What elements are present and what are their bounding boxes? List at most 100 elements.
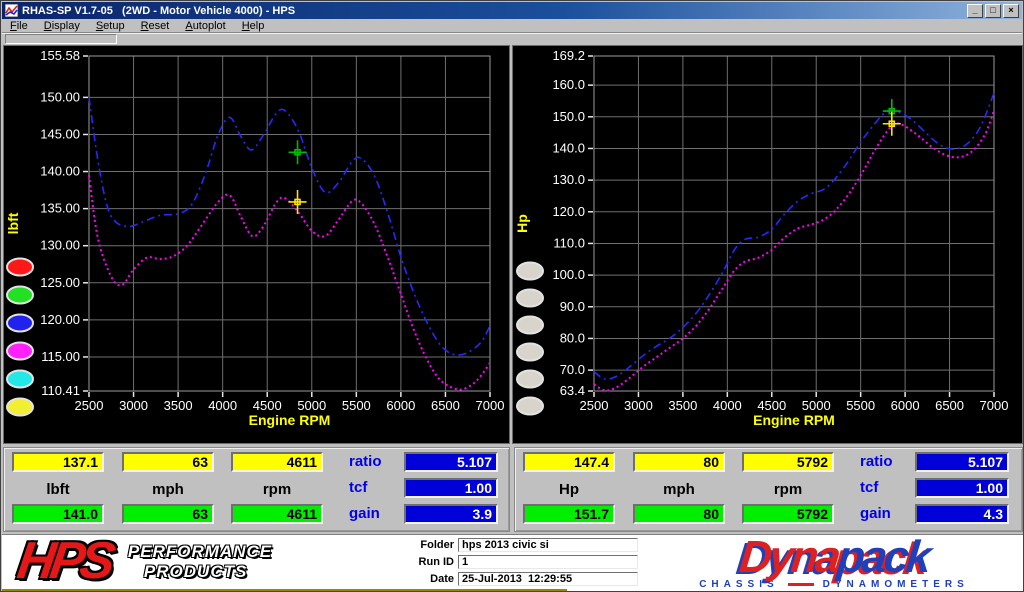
torque-readout-panel: 137.1 63 4611 lbft mph rpm 141.0 63 4611… xyxy=(3,447,510,532)
x-tick-label: 2500 xyxy=(580,398,609,413)
y-tick-label: 160.0 xyxy=(552,77,585,92)
y-tick-label: 115.00 xyxy=(41,349,80,364)
footer: HPS PERFORMANCE PRODUCTS Folder Run ID D… xyxy=(2,534,1024,592)
folder-label: Folder xyxy=(400,539,454,551)
tcf-label: tcf xyxy=(860,479,878,496)
gain-value: 3.9 xyxy=(404,504,498,524)
y-tick-label: 125.00 xyxy=(40,275,80,290)
rpm-cursor-value: 5792 xyxy=(742,452,834,472)
menu-file[interactable]: File xyxy=(2,19,36,32)
run-metadata: Folder Run ID Date xyxy=(400,538,638,589)
power-chart-panel: 169.2160.0150.0140.0130.0120.0110.0100.0… xyxy=(512,45,1023,444)
menu-setup[interactable]: Setup xyxy=(88,19,133,32)
x-tick-label: 7000 xyxy=(980,398,1009,413)
menu-help[interactable]: Help xyxy=(234,19,273,32)
x-tick-label: 5000 xyxy=(802,398,831,413)
gain-label: gain xyxy=(860,505,891,522)
y-axis-title: lbft xyxy=(5,212,21,234)
gray-oval-button-2[interactable] xyxy=(517,290,543,307)
y-tick-label: 155.58 xyxy=(40,48,80,63)
y-tick-label: 110.0 xyxy=(553,235,585,250)
speed-peak-value: 63 xyxy=(122,504,214,524)
torque-peak-value: 141.0 xyxy=(12,504,104,524)
power-chart: 169.2160.0150.0140.0130.0120.0110.0100.0… xyxy=(513,46,1024,445)
power-peak-value: 151.7 xyxy=(523,504,615,524)
menu-reset[interactable]: Reset xyxy=(133,19,178,32)
run-id-field[interactable] xyxy=(458,555,638,569)
tcf-label: tcf xyxy=(349,479,367,496)
y-tick-label: 130.0 xyxy=(552,172,585,187)
yellow-oval-button[interactable] xyxy=(7,399,33,416)
speed-unit-label: mph xyxy=(122,481,214,498)
gain-label: gain xyxy=(349,505,380,522)
menu-display[interactable]: Display xyxy=(36,19,88,32)
x-tick-label: 4000 xyxy=(208,398,237,413)
x-tick-label: 4500 xyxy=(757,398,786,413)
x-tick-label: 4000 xyxy=(713,398,742,413)
x-tick-label: 6000 xyxy=(386,398,415,413)
menu-autoplot[interactable]: Autoplot xyxy=(177,19,233,32)
red-oval-button[interactable] xyxy=(7,259,33,276)
title-bar[interactable]: RHAS-SP V1.7-05 (2WD - Motor Vehicle 400… xyxy=(2,2,1022,19)
gain-value: 4.3 xyxy=(915,504,1009,524)
rpm-unit-label: rpm xyxy=(231,481,323,498)
power-cursor-value: 147.4 xyxy=(523,452,615,472)
magenta-oval-button[interactable] xyxy=(7,343,33,360)
torque-chart-panel: 155.58150.00145.00140.00135.00130.00125.… xyxy=(3,45,510,444)
rpm-unit-label: rpm xyxy=(742,481,834,498)
hps-logo-subtitle: PERFORMANCE PRODUCTS xyxy=(128,542,272,585)
toolbar-inset xyxy=(5,34,117,44)
y-tick-label: 150.00 xyxy=(40,89,80,104)
x-tick-label: 3500 xyxy=(164,398,193,413)
green-oval-button[interactable] xyxy=(7,287,33,304)
app-icon xyxy=(5,4,18,17)
x-axis-title: Engine RPM xyxy=(249,412,331,428)
window-title: RHAS-SP V1.7-05 (2WD - Motor Vehicle 400… xyxy=(22,5,965,17)
ratio-value: 5.107 xyxy=(404,452,498,472)
power-readout-panel: 147.4 80 5792 Hp mph rpm 151.7 80 5792 r… xyxy=(514,447,1023,532)
y-tick-label: 120.0 xyxy=(552,204,585,219)
y-tick-label: 169.2 xyxy=(552,48,585,63)
x-tick-label: 5500 xyxy=(342,398,371,413)
speed-cursor-value: 63 xyxy=(122,452,214,472)
gray-oval-button-6[interactable] xyxy=(517,398,543,415)
gray-oval-button-1[interactable] xyxy=(517,263,543,280)
ratio-label: ratio xyxy=(860,453,893,470)
x-axis-title: Engine RPM xyxy=(753,412,835,428)
y-tick-label: 135.00 xyxy=(40,201,80,216)
x-tick-label: 3500 xyxy=(668,398,697,413)
y-tick-label: 70.0 xyxy=(560,362,585,377)
restore-button[interactable]: □ xyxy=(985,4,1001,18)
ratio-label: ratio xyxy=(349,453,382,470)
y-tick-label: 80.0 xyxy=(560,330,585,345)
y-tick-label: 130.00 xyxy=(40,238,80,253)
gray-oval-button-4[interactable] xyxy=(517,344,543,361)
dynapack-logo-part2: pack xyxy=(835,531,931,582)
green-cursor xyxy=(289,140,307,164)
x-tick-label: 5000 xyxy=(297,398,326,413)
gray-oval-button-5[interactable] xyxy=(517,371,543,388)
power-run-magenta xyxy=(594,111,994,391)
power-unit-label: Hp xyxy=(523,481,615,498)
close-button[interactable]: × xyxy=(1003,4,1019,18)
y-tick-label: 120.00 xyxy=(40,312,80,327)
folder-field[interactable] xyxy=(458,538,638,552)
ratio-value: 5.107 xyxy=(915,452,1009,472)
plot-frame xyxy=(89,56,490,391)
gray-oval-button-3[interactable] xyxy=(517,317,543,334)
date-field[interactable] xyxy=(458,572,638,586)
dynapack-logo: Dynapack CHASSIS DYNAMOMETERS xyxy=(652,536,1016,590)
minimize-button[interactable]: _ xyxy=(967,4,983,18)
y-axis-title: Hp xyxy=(514,214,530,233)
tcf-value: 1.00 xyxy=(915,478,1009,498)
cyan-oval-button[interactable] xyxy=(7,371,33,388)
speed-cursor-value: 80 xyxy=(633,452,725,472)
x-tick-label: 3000 xyxy=(624,398,653,413)
blue-oval-button[interactable] xyxy=(7,315,33,332)
hps-sub-line1: PERFORMANCE xyxy=(128,542,272,562)
x-tick-label: 7000 xyxy=(476,398,505,413)
dynapack-dash xyxy=(788,583,814,586)
chart-header-strip: Torque (Axle Torque / Gear Ratio):Corr: … xyxy=(2,34,1022,45)
power-run-blue xyxy=(594,93,994,379)
y-tick-label: 90.0 xyxy=(560,299,585,314)
